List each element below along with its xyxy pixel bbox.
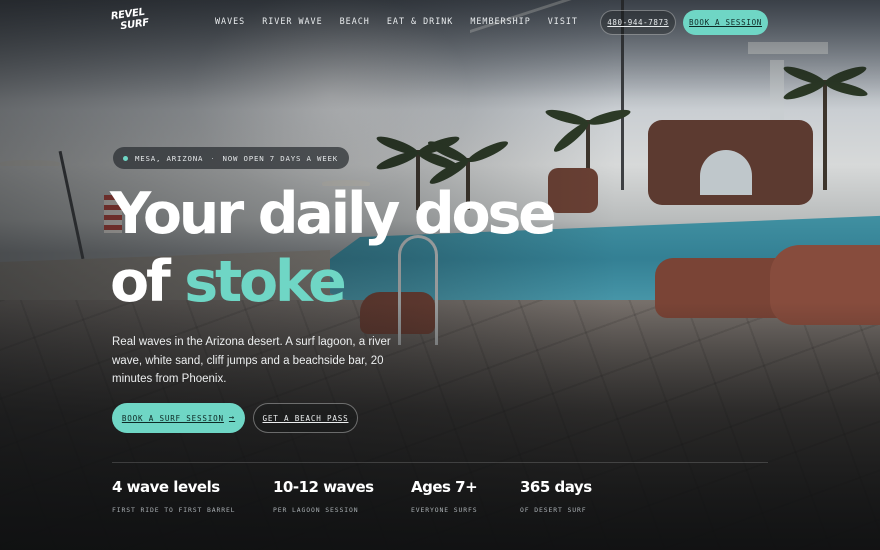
pill-location: MESA, ARIZONA bbox=[135, 153, 204, 163]
headline-line-1: Your daily dose bbox=[110, 181, 557, 247]
book-surf-session-button[interactable]: BOOK A SURF SESSION → bbox=[112, 403, 245, 433]
phone-button[interactable]: 480-944-7873 bbox=[600, 10, 676, 35]
hero-headline: Your daily dose of stoke bbox=[110, 180, 557, 316]
stat-item: Ages 7+ EVERYONE SURFS bbox=[411, 478, 478, 514]
nav-visit[interactable]: VISIT bbox=[548, 16, 578, 26]
stat-value: Ages 7+ bbox=[411, 478, 478, 496]
stat-item: 365 days OF DESERT SURF bbox=[520, 478, 592, 514]
nav-eat-drink[interactable]: EAT & DRINK bbox=[387, 16, 453, 26]
stat-caption: OF DESERT SURF bbox=[520, 506, 587, 514]
nav-waves[interactable]: WAVES bbox=[215, 16, 245, 26]
nav-membership[interactable]: MEMBERSHIP bbox=[470, 16, 530, 26]
main-nav: WAVES RIVER WAVE BEACH EAT & DRINK MEMBE… bbox=[215, 16, 595, 26]
hero-description: Real waves in the Arizona desert. A surf… bbox=[112, 336, 391, 385]
headline-line-2-prefix: of bbox=[110, 249, 171, 315]
nav-beach[interactable]: BEACH bbox=[340, 16, 370, 26]
headline-accent: stoke bbox=[184, 249, 347, 315]
stat-item: 10-12 waves PER LAGOON SESSION bbox=[273, 478, 374, 514]
location-pill: MESA, ARIZONA · NOW OPEN 7 DAYS A WEEK bbox=[113, 147, 349, 169]
pill-status: NOW OPEN 7 DAYS A WEEK bbox=[222, 153, 338, 163]
stat-caption: EVERYONE SURFS bbox=[411, 506, 478, 514]
stat-value: 4 wave levels bbox=[112, 478, 220, 496]
stat-caption: PER LAGOON SESSION bbox=[273, 506, 359, 514]
site-header: REVEL SURF WAVES RIVER WAVE BEACH EAT & … bbox=[0, 0, 880, 44]
pill-separator: · bbox=[210, 153, 216, 163]
stat-value: 10-12 waves bbox=[273, 478, 374, 496]
nav-river-wave[interactable]: RIVER WAVE bbox=[262, 16, 322, 26]
revel-surf-logo[interactable]: REVEL SURF bbox=[110, 7, 150, 39]
stat-value: 365 days bbox=[520, 478, 592, 496]
stats-divider bbox=[112, 462, 768, 463]
get-beach-pass-button[interactable]: GET A BEACH PASS bbox=[253, 403, 358, 433]
arrow-right-icon: → bbox=[228, 413, 236, 423]
stat-item: 4 wave levels FIRST RIDE TO FIRST BARREL bbox=[112, 478, 235, 514]
book-session-button[interactable]: BOOK A SESSION bbox=[683, 10, 768, 35]
status-dot-icon bbox=[123, 155, 128, 161]
logo-line-2: SURF bbox=[119, 17, 150, 33]
cta-primary-label: BOOK A SURF SESSION bbox=[121, 413, 224, 423]
stat-caption: FIRST RIDE TO FIRST BARREL bbox=[112, 506, 236, 514]
